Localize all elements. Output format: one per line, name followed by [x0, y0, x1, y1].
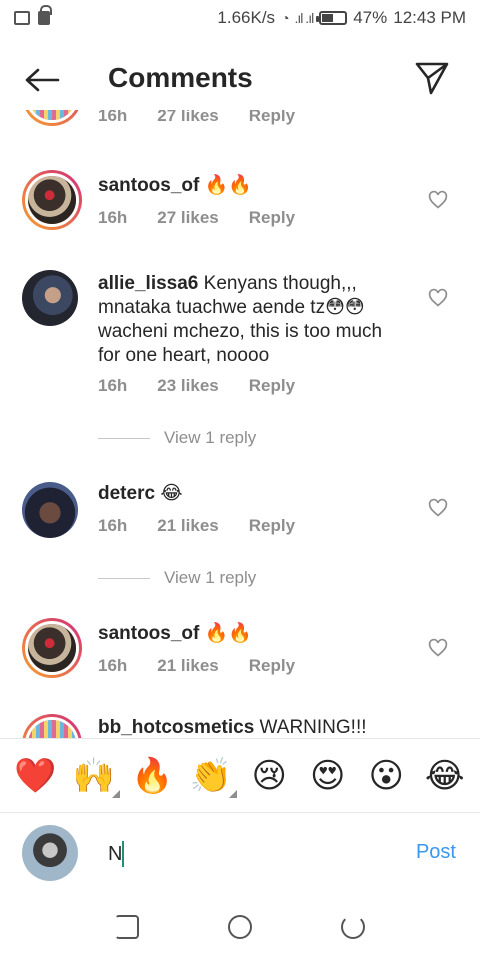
emoji-fire[interactable]: 🔥: [130, 756, 174, 796]
comment-time: 16h: [98, 656, 128, 675]
battery-percent: 47%: [353, 8, 388, 27]
lock-icon: [38, 5, 52, 25]
emoji-surprised-face[interactable]: 😮: [364, 756, 408, 796]
comment-body: santoos_of 🔥🔥: [98, 622, 398, 646]
system-navigation-bar: [0, 894, 480, 960]
comments-list[interactable]: 16h 27 likes Reply santoos_of 🔥🔥 16h 27 …: [0, 110, 480, 738]
home-icon[interactable]: [227, 915, 252, 939]
status-bar: 1.66K/s ◔ .ıl .ıl 47% 12:43 PM: [0, 0, 480, 36]
reply-button[interactable]: Reply: [249, 516, 295, 536]
comment-likes[interactable]: 27 likes: [157, 110, 218, 126]
emoji-clapping-hands-glyph: 👏: [189, 755, 232, 796]
system-back-icon[interactable]: [341, 915, 366, 939]
comment-username[interactable]: bb_hotcosmetics: [98, 717, 254, 738]
like-heart-icon[interactable]: [428, 638, 448, 658]
avatar[interactable]: [22, 618, 82, 678]
comment-partial: 16h 27 likes Reply: [0, 110, 480, 132]
comment-body: bb_hotcosmetics WARNING!!!: [98, 716, 398, 738]
comment-meta: 16h 21 likes Reply: [98, 656, 295, 676]
header: Comments: [0, 50, 480, 110]
direct-send-button[interactable]: [414, 60, 450, 96]
comment-likes[interactable]: 23 likes: [157, 376, 218, 396]
emoji-tears-of-joy[interactable]: 😂: [423, 756, 467, 796]
comment-time: 16h: [98, 208, 128, 227]
reply-button[interactable]: Reply: [249, 208, 295, 228]
comment-likes[interactable]: 27 likes: [157, 208, 218, 228]
signal-icon: .ıl .ıl: [294, 10, 315, 26]
emoji-heart[interactable]: ❤️: [13, 756, 57, 796]
reply-button[interactable]: Reply: [249, 656, 295, 676]
like-heart-icon[interactable]: [428, 498, 448, 518]
avatar[interactable]: [22, 170, 82, 230]
battery-icon: [316, 11, 348, 25]
view-replies-label: View 1 reply: [164, 428, 257, 447]
view-replies-button[interactable]: View 1 reply: [98, 568, 256, 588]
recent-apps-icon[interactable]: [114, 915, 139, 939]
comment-input[interactable]: [108, 839, 388, 869]
like-heart-icon[interactable]: [428, 190, 448, 210]
back-button[interactable]: [22, 62, 62, 98]
comment-username[interactable]: allie_lissa6: [98, 273, 198, 294]
comment-text: 🔥🔥: [204, 175, 252, 196]
wifi-icon: ◔: [281, 10, 290, 26]
comment-username[interactable]: deterc: [98, 483, 155, 504]
comment-username[interactable]: santoos_of: [98, 175, 199, 196]
comment-meta: 16h 27 likes Reply: [98, 110, 295, 126]
clock: 12:43 PM: [393, 8, 466, 27]
comment-text: 😂: [160, 483, 183, 504]
comment-time: 16h: [98, 376, 128, 395]
skin-tone-indicator-icon: [111, 789, 120, 798]
comment-likes[interactable]: 21 likes: [157, 516, 218, 536]
comment-likes[interactable]: 21 likes: [157, 656, 218, 676]
reply-button[interactable]: Reply: [249, 110, 295, 126]
emoji-crying-face[interactable]: 😢: [247, 756, 291, 796]
reply-button[interactable]: Reply: [249, 376, 295, 396]
page-title: Comments: [108, 62, 253, 93]
emoji-reaction-bar: ❤️ 🙌 🔥 👏 😢 😍 😮 😂: [0, 738, 480, 812]
comment-composer: Post: [0, 812, 480, 894]
direct-send-icon: [415, 62, 449, 95]
replies-divider: [98, 577, 150, 579]
emoji-raised-hands[interactable]: 🙌: [72, 755, 120, 798]
avatar[interactable]: [22, 482, 78, 538]
like-heart-icon[interactable]: [428, 288, 448, 308]
comment-body: deterc 😂: [98, 482, 398, 506]
emoji-heart-eyes[interactable]: 😍: [306, 756, 350, 796]
post-button[interactable]: Post: [416, 841, 456, 864]
comment-time: 16h: [98, 110, 128, 125]
avatar[interactable]: [22, 110, 82, 126]
emoji-raised-hands-glyph: 🙌: [72, 755, 115, 796]
comment-body: allie_lissa6 Kenyans though,,, mnataka t…: [98, 272, 398, 368]
comment-text: 🔥🔥: [204, 623, 252, 644]
network-speed: 1.66K/s: [217, 8, 276, 27]
skin-tone-indicator-icon: [228, 789, 237, 798]
back-arrow-icon: [25, 68, 60, 92]
avatar[interactable]: [22, 270, 78, 326]
comment-time: 16h: [98, 516, 128, 535]
replies-divider: [98, 437, 150, 439]
gallery-notification-icon: [14, 11, 30, 25]
view-replies-button[interactable]: View 1 reply: [98, 428, 256, 448]
comment-username[interactable]: santoos_of: [98, 623, 199, 644]
text-caret: [122, 841, 124, 867]
view-replies-label: View 1 reply: [164, 568, 257, 587]
comment-meta: 16h 27 likes Reply: [98, 208, 295, 228]
comment-meta: 16h 21 likes Reply: [98, 516, 295, 536]
comment-body: santoos_of 🔥🔥: [98, 174, 398, 198]
avatar[interactable]: [22, 714, 82, 738]
current-user-avatar: [22, 825, 78, 881]
comment-meta: 16h 23 likes Reply: [98, 376, 295, 396]
emoji-clapping-hands[interactable]: 👏: [189, 755, 237, 798]
comment-text: WARNING!!!: [259, 717, 367, 738]
